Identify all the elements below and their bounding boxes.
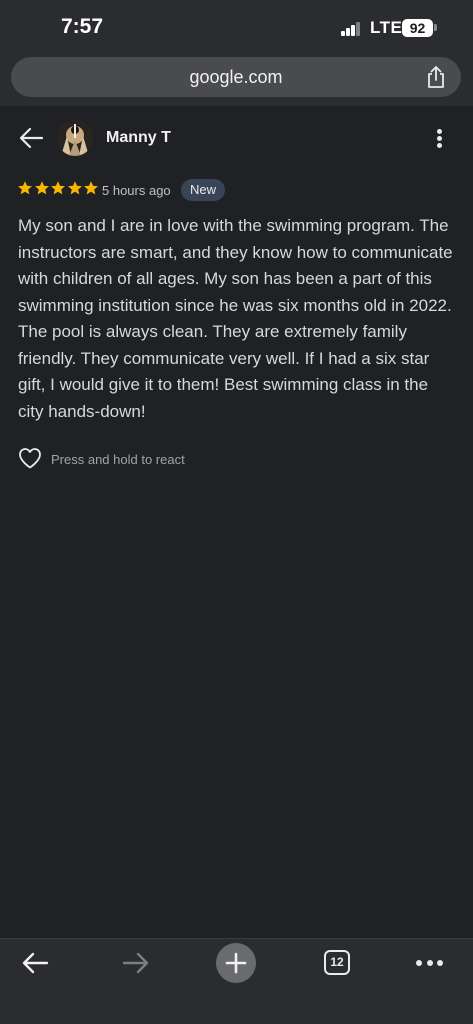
star-icon	[51, 181, 65, 195]
react-hint: Press and hold to react	[51, 452, 185, 467]
star-icon	[67, 181, 82, 195]
review-text: My son and I are in love with the swimmi…	[18, 216, 453, 421]
avatar-image	[57, 120, 93, 156]
star-rating	[17, 180, 100, 198]
tab-switcher-button[interactable]: 12	[324, 950, 350, 975]
star-icon	[18, 181, 32, 195]
new-badge: New	[181, 179, 226, 201]
battery-tip	[434, 24, 437, 31]
more-options-icon[interactable]	[437, 129, 443, 149]
address-bar[interactable]: google.com	[11, 57, 461, 97]
signal-strength-icon	[341, 22, 361, 36]
star-icon	[34, 181, 49, 195]
heart-icon[interactable]	[18, 447, 42, 469]
more-menu-icon[interactable]	[416, 960, 443, 966]
status-bar: 7:57 LTE 92	[0, 0, 473, 52]
new-tab-button[interactable]	[216, 943, 256, 983]
forward-icon[interactable]	[122, 951, 150, 975]
url-text[interactable]: google.com	[11, 67, 461, 88]
share-icon[interactable]	[425, 65, 447, 89]
back-arrow-icon[interactable]	[18, 126, 44, 150]
back-icon[interactable]	[21, 951, 49, 975]
review-time: 5 hours ago	[102, 183, 171, 198]
network-type: LTE	[370, 18, 403, 37]
reviewer-name[interactable]: Manny T	[106, 129, 171, 147]
star-icon	[84, 181, 98, 195]
browser-toolbar: google.com	[0, 52, 473, 106]
reviewer-avatar[interactable]	[57, 120, 93, 156]
status-time: 7:57	[61, 15, 104, 38]
bottom-toolbar: 12	[0, 938, 473, 1024]
battery-icon: 92	[402, 19, 433, 37]
plus-icon	[225, 952, 247, 974]
